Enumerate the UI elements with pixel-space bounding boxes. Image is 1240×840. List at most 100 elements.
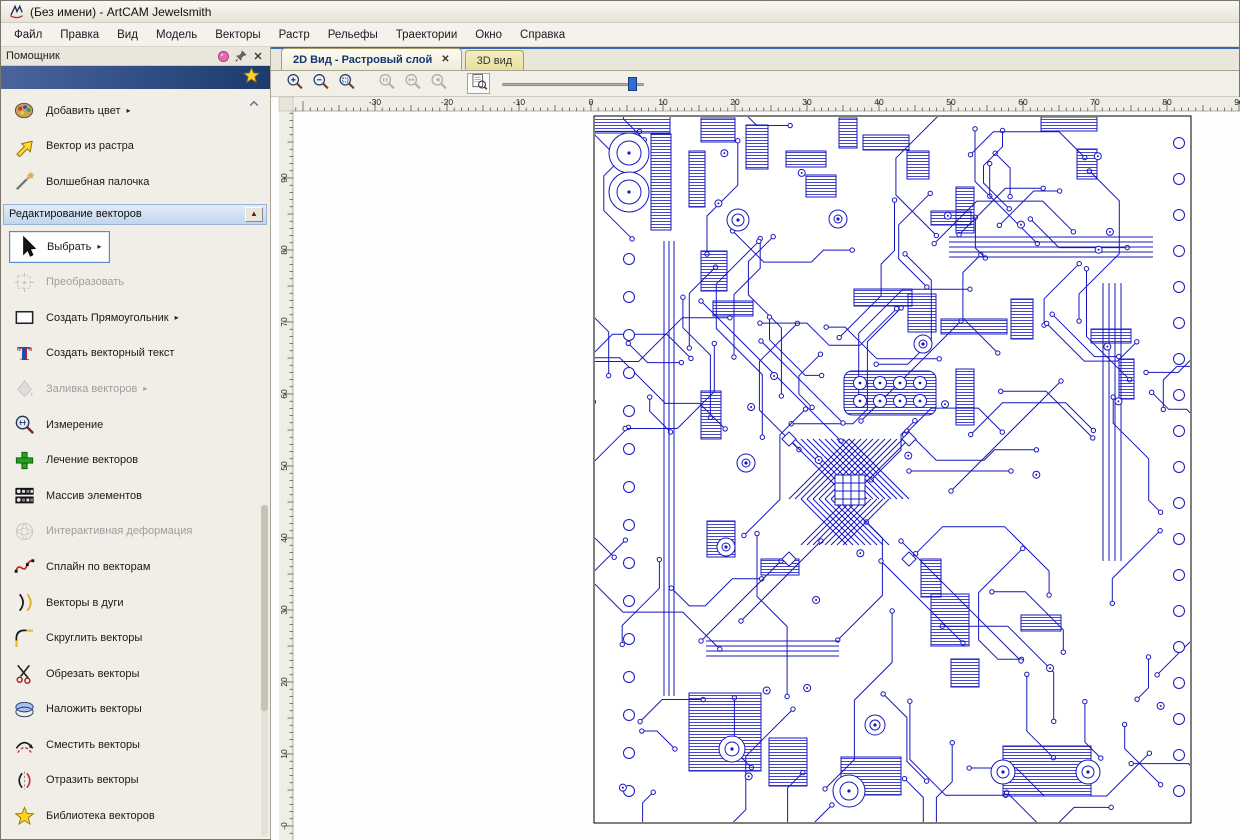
tool-offset[interactable]: Сместить векторы bbox=[1, 727, 270, 763]
view-column: 2D Вид - Растровый слой✕3D вид -30-20-10… bbox=[271, 47, 1239, 839]
tab-label: 2D Вид - Растровый слой bbox=[293, 54, 432, 66]
tab-2d-view[interactable]: 2D Вид - Растровый слой ✕ bbox=[281, 48, 462, 70]
zoom-toolbar bbox=[271, 71, 1239, 97]
svg-text:-10: -10 bbox=[513, 97, 526, 107]
zoom-1to1-button[interactable] bbox=[375, 73, 398, 94]
collapse-tools-icon[interactable] bbox=[246, 97, 262, 111]
zoom-slider-track[interactable] bbox=[502, 83, 644, 86]
panel-scrollbar-thumb[interactable] bbox=[261, 505, 268, 711]
zoom-window-button[interactable] bbox=[335, 73, 358, 94]
menu-item-5[interactable]: Растр bbox=[270, 25, 319, 45]
tool-label: Массив элементов bbox=[46, 490, 142, 502]
star-icon[interactable] bbox=[242, 66, 261, 90]
menu-item-0[interactable]: Файл bbox=[5, 25, 51, 45]
menu-item-4[interactable]: Векторы bbox=[206, 25, 269, 45]
fill-vectors-icon bbox=[9, 376, 39, 402]
section-vector-editing[interactable]: Редактирование векторов▲ bbox=[3, 204, 267, 225]
tool-mirror[interactable]: Отразить векторы bbox=[1, 763, 270, 799]
menu-item-6[interactable]: Рельефы bbox=[319, 25, 387, 45]
trim-icon bbox=[9, 661, 39, 687]
tool-label: Скруглить векторы bbox=[46, 632, 142, 644]
main-content: Помощник Доб bbox=[1, 47, 1239, 839]
raster-to-vector-icon bbox=[9, 133, 39, 159]
tool-label: Преобразовать bbox=[46, 276, 124, 288]
tool-transform[interactable]: Преобразовать bbox=[1, 264, 270, 300]
zoom-in-icon bbox=[285, 72, 305, 96]
tool-label: Заливка векторов bbox=[46, 383, 137, 395]
tool-vector-text[interactable]: TTСоздать векторный текст bbox=[1, 336, 270, 372]
tool-deform[interactable]: Интерактивная деформация bbox=[1, 514, 270, 550]
svg-text:80: 80 bbox=[279, 245, 289, 255]
tool-weld[interactable]: Наложить векторы bbox=[1, 692, 270, 728]
transform-icon bbox=[9, 269, 39, 295]
select-arrow-icon bbox=[12, 234, 42, 260]
weld-icon bbox=[9, 696, 39, 722]
zoom-previous-button[interactable] bbox=[427, 73, 450, 94]
svg-text:60: 60 bbox=[1018, 97, 1028, 107]
horizontal-ruler: -30-20-100102030405060708090 bbox=[279, 97, 1240, 111]
tool-library[interactable]: Библиотека векторов bbox=[1, 798, 270, 834]
section-collapse-icon[interactable]: ▲ bbox=[245, 207, 263, 222]
zoom-in-button[interactable] bbox=[283, 73, 306, 94]
menu-item-7[interactable]: Траектории bbox=[387, 25, 467, 45]
menu-item-9[interactable]: Справка bbox=[511, 25, 574, 45]
zoom-fit-button[interactable] bbox=[401, 73, 424, 94]
tool-select-arrow[interactable]: Выбрать▸ bbox=[1, 229, 270, 265]
svg-text:0: 0 bbox=[589, 97, 594, 107]
tool-magic-wand[interactable]: Волшебная палочка bbox=[1, 164, 270, 200]
svg-text:10: 10 bbox=[658, 97, 668, 107]
svg-text:50: 50 bbox=[946, 97, 956, 107]
svg-text:20: 20 bbox=[279, 677, 289, 687]
tool-label: Лечение векторов bbox=[46, 454, 138, 466]
canvas-viewport[interactable]: -30-20-100102030405060708090908070605040… bbox=[271, 97, 1240, 840]
svg-text:T: T bbox=[17, 343, 30, 364]
zoom-slider[interactable] bbox=[502, 76, 644, 92]
svg-text:-20: -20 bbox=[441, 97, 454, 107]
vector-text-icon: TT bbox=[9, 340, 39, 366]
assistant-help-icon[interactable] bbox=[216, 49, 231, 64]
assistant-panel-title: Помощник bbox=[6, 50, 60, 62]
tool-trim[interactable]: Обрезать векторы bbox=[1, 656, 270, 692]
assistant-panel: Помощник Доб bbox=[1, 47, 271, 839]
tool-array[interactable]: Массив элементов bbox=[1, 478, 270, 514]
zoom-slider-handle[interactable] bbox=[628, 77, 637, 91]
deform-icon bbox=[9, 518, 39, 544]
tool-arcs[interactable]: Векторы в дуги bbox=[1, 585, 270, 621]
tool-raster-to-vector[interactable]: Вектор из растра bbox=[1, 129, 270, 165]
snapshot-button[interactable] bbox=[467, 73, 490, 94]
tool-rectangle[interactable]: Создать Прямоугольник▸ bbox=[1, 300, 270, 336]
tool-fillet[interactable]: Скруглить векторы bbox=[1, 620, 270, 656]
tool-heal-vectors[interactable]: Лечение векторов bbox=[1, 442, 270, 478]
tool-spline[interactable]: Сплайн по векторам bbox=[1, 549, 270, 585]
palette-icon bbox=[9, 98, 39, 124]
zoom-previous-icon bbox=[429, 72, 449, 96]
menu-item-2[interactable]: Вид bbox=[108, 25, 147, 45]
panel-scrollbar[interactable] bbox=[261, 505, 268, 837]
submenu-arrow-icon: ▸ bbox=[143, 384, 147, 393]
heal-vectors-icon bbox=[9, 447, 39, 473]
tool-fill-vectors[interactable]: Заливка векторов ▸ bbox=[1, 371, 270, 407]
zoom-out-button[interactable] bbox=[309, 73, 332, 94]
tool-label: Измерение bbox=[46, 419, 103, 431]
pin-icon[interactable] bbox=[233, 49, 248, 64]
array-icon bbox=[9, 483, 39, 509]
tool-label: Создать Прямоугольник bbox=[46, 312, 169, 324]
tool-measure[interactable]: Измерение bbox=[1, 407, 270, 443]
tool-palette[interactable]: Добавить цвет▸ bbox=[1, 93, 270, 129]
tab-label: 3D вид bbox=[477, 55, 513, 67]
svg-text:60: 60 bbox=[279, 389, 289, 399]
artcam-window: (Без имени) - ArtCAM Jewelsmith ФайлПрав… bbox=[0, 0, 1240, 840]
zoom-out-icon bbox=[311, 72, 331, 96]
tool-label: Сплайн по векторам bbox=[46, 561, 150, 573]
menu-item-8[interactable]: Окно bbox=[466, 25, 511, 45]
app-icon bbox=[9, 4, 24, 19]
tab-3d-view[interactable]: 3D вид bbox=[465, 50, 525, 70]
close-panel-icon[interactable] bbox=[250, 49, 265, 64]
tab-close-icon[interactable]: ✕ bbox=[441, 54, 449, 65]
zoom-window-icon bbox=[337, 72, 357, 96]
tool-label: Библиотека векторов bbox=[46, 810, 155, 822]
menu-item-1[interactable]: Правка bbox=[51, 25, 108, 45]
menu-item-3[interactable]: Модель bbox=[147, 25, 206, 45]
svg-text:90: 90 bbox=[279, 173, 289, 183]
svg-text:10: 10 bbox=[279, 749, 289, 759]
